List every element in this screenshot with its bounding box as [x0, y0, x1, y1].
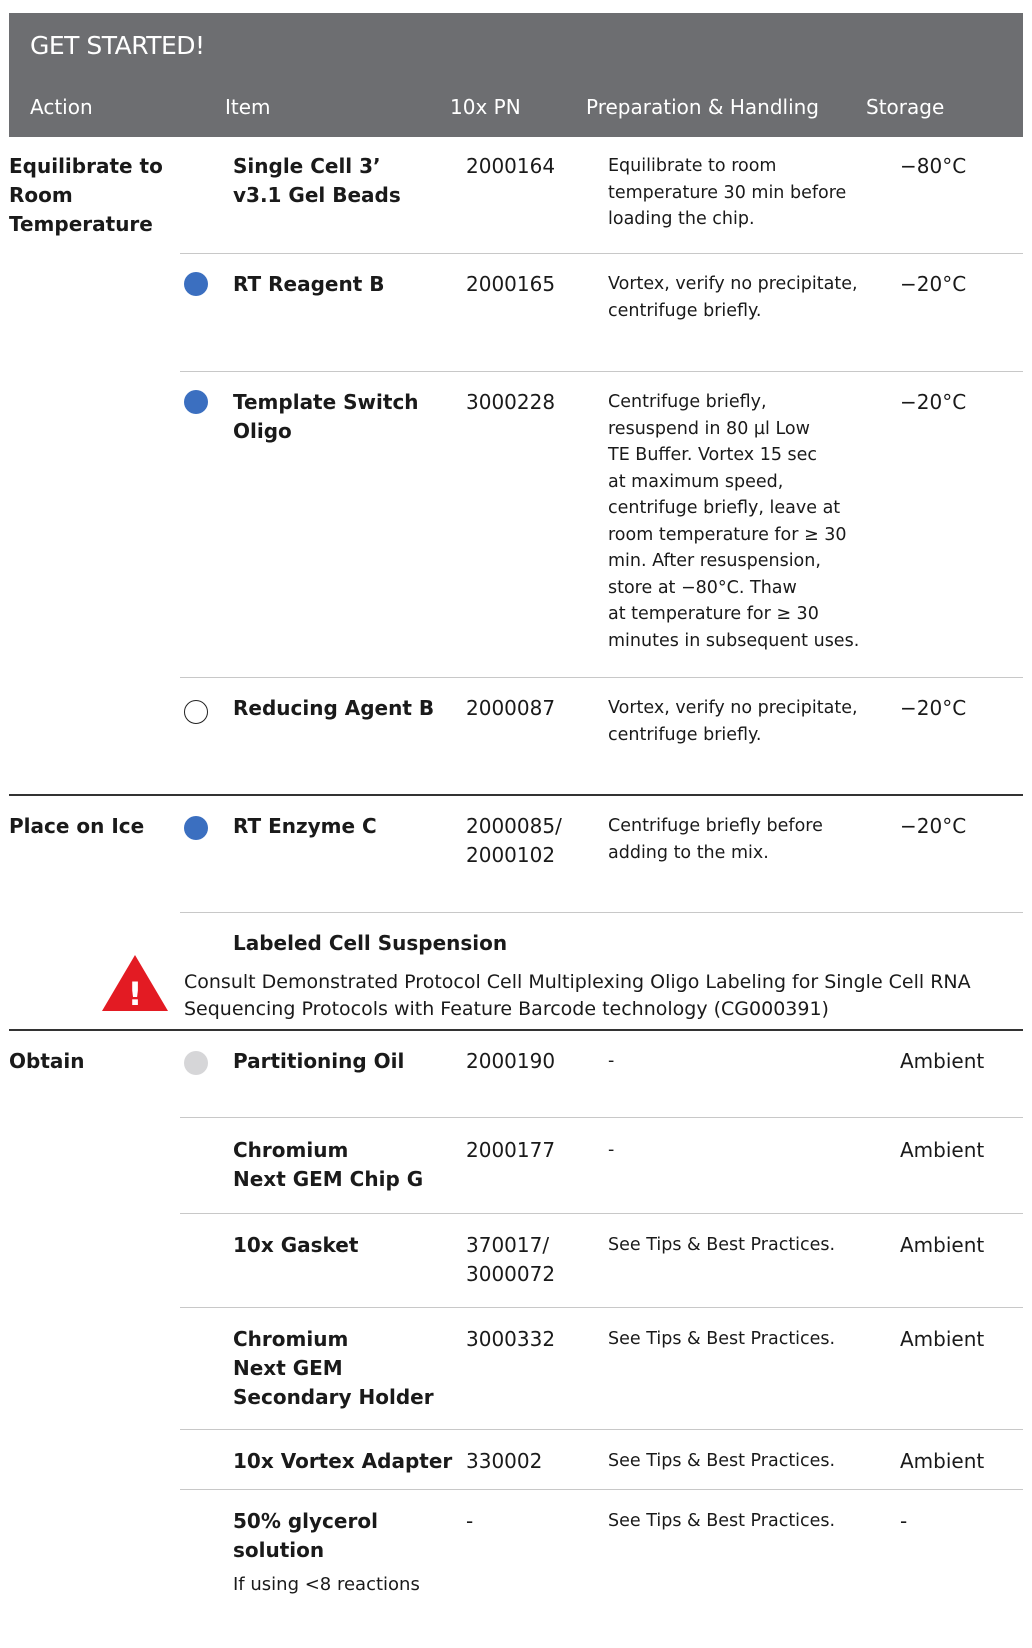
- item-name: 50% glycerol solution: [233, 1509, 378, 1562]
- item-name: Chromium Next GEM Secondary Holder: [233, 1327, 434, 1409]
- part-number: 3000332: [466, 1327, 556, 1351]
- group-divider: [9, 1029, 1023, 1031]
- preparation-text: -: [608, 1051, 615, 1071]
- part-number: 2000085/ 2000102: [466, 814, 562, 867]
- group-label-equilibrate: Equilibrate to Room Temperature: [9, 154, 163, 236]
- white-dot-icon: [184, 700, 208, 724]
- preparation-text: Vortex, verify no precipitate, centrifug…: [608, 698, 858, 745]
- item-name: Partitioning Oil: [233, 1049, 405, 1073]
- storage-temp: −20°C: [900, 696, 967, 720]
- group-divider: [9, 794, 1023, 796]
- preparation-text: Centrifuge briefly, resuspend in 80 µl L…: [608, 392, 860, 651]
- storage-temp: −80°C: [900, 154, 967, 178]
- item-note: If using <8 reactions: [233, 1574, 420, 1595]
- item-name: Chromium Next GEM Chip G: [233, 1138, 424, 1191]
- preparation-text: See Tips & Best Practices.: [608, 1451, 836, 1471]
- item-name: RT Enzyme C: [233, 814, 377, 838]
- row-divider: [180, 1429, 1023, 1430]
- column-header-storage: Storage: [866, 95, 945, 119]
- item-name: Single Cell 3’ v3.1 Gel Beads: [233, 154, 401, 207]
- preparation-text: Equilibrate to room temperature 30 min b…: [608, 156, 847, 229]
- storage-temp: Ambient: [900, 1327, 985, 1351]
- storage-temp: -: [900, 1509, 908, 1533]
- part-number: 2000087: [466, 696, 556, 720]
- column-header-prep: Preparation & Handling: [586, 95, 819, 119]
- storage-temp: Ambient: [900, 1449, 985, 1473]
- warning-icon: !: [102, 955, 168, 1013]
- item-name: Template Switch Oligo: [233, 390, 419, 443]
- item-name: Reducing Agent B: [233, 696, 435, 720]
- part-number: 2000190: [466, 1049, 556, 1073]
- preparation-text: See Tips & Best Practices.: [608, 1235, 836, 1255]
- row-divider: [180, 1117, 1023, 1118]
- item-name: RT Reagent B: [233, 272, 385, 296]
- row-divider: [180, 371, 1023, 372]
- row-divider: [180, 253, 1023, 254]
- storage-temp: Ambient: [900, 1138, 985, 1162]
- column-header-item: Item: [225, 95, 271, 119]
- note-title: Labeled Cell Suspension: [233, 931, 508, 955]
- table-header: GET STARTED! Action Item 10x PN Preparat…: [9, 13, 1023, 137]
- blue-dot-icon: [184, 272, 208, 296]
- row-divider: [180, 1213, 1023, 1214]
- column-header-pn: 10x PN: [450, 95, 521, 119]
- blue-dot-icon: [184, 816, 208, 840]
- part-number: 2000165: [466, 272, 556, 296]
- blue-dot-icon: [184, 390, 208, 414]
- preparation-text: -: [608, 1140, 615, 1160]
- preparation-text: Centrifuge briefly before adding to the …: [608, 816, 823, 863]
- preparation-text: See Tips & Best Practices.: [608, 1329, 836, 1349]
- column-header-action: Action: [30, 95, 93, 119]
- row-divider: [180, 1489, 1023, 1490]
- part-number: 2000164: [466, 154, 556, 178]
- group-label-obtain: Obtain: [9, 1049, 85, 1073]
- part-number: 3000228: [466, 390, 556, 414]
- item-name: 10x Gasket: [233, 1233, 359, 1257]
- part-number: 330002: [466, 1449, 543, 1473]
- svg-text:!: !: [128, 975, 143, 1013]
- row-divider: [180, 912, 1023, 913]
- gray-dot-icon: [184, 1051, 208, 1075]
- note-text: Consult Demonstrated Protocol Cell Multi…: [184, 971, 971, 1020]
- storage-temp: Ambient: [900, 1233, 985, 1257]
- part-number: 2000177: [466, 1138, 556, 1162]
- page-title: GET STARTED!: [30, 31, 205, 60]
- row-divider: [180, 677, 1023, 678]
- group-label-place-on-ice: Place on Ice: [9, 814, 145, 838]
- part-number: 370017/ 3000072: [466, 1233, 556, 1286]
- storage-temp: Ambient: [900, 1049, 985, 1073]
- storage-temp: −20°C: [900, 814, 967, 838]
- storage-temp: −20°C: [900, 390, 967, 414]
- part-number: -: [466, 1509, 474, 1533]
- item-name: 10x Vortex Adapter: [233, 1449, 453, 1473]
- preparation-text: Vortex, verify no precipitate, centrifug…: [608, 274, 858, 321]
- storage-temp: −20°C: [900, 272, 967, 296]
- row-divider: [180, 1307, 1023, 1308]
- preparation-text: See Tips & Best Practices.: [608, 1511, 836, 1531]
